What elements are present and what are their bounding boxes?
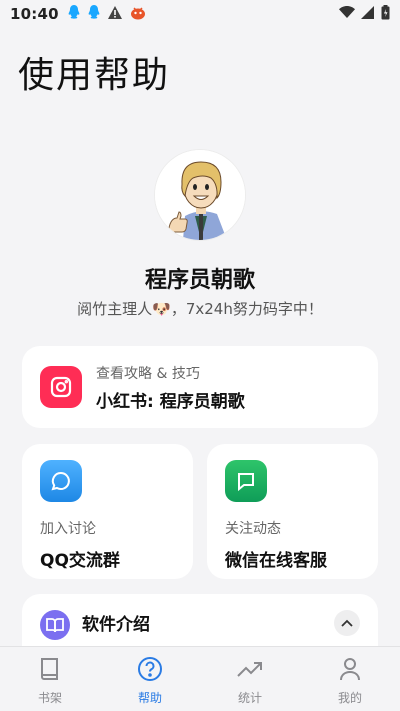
qq-group-card[interactable]: 加入讨论 QQ交流群	[22, 444, 193, 579]
qq-title: QQ交流群	[40, 551, 120, 571]
wifi-icon	[339, 5, 355, 23]
bottom-tab-bar: 书架 帮助 统计 我的	[0, 646, 400, 711]
system-icons	[339, 4, 390, 24]
qq-icon	[67, 4, 81, 24]
bug-icon	[129, 4, 147, 24]
signal-icon	[361, 5, 375, 23]
page-title: 使用帮助	[18, 55, 171, 96]
author-description: 阅竹主理人🐶，7x24h努力码字中！	[77, 300, 323, 318]
wechat-subtitle: 关注动态	[225, 521, 281, 537]
user-icon	[338, 656, 362, 686]
chevron-up-icon[interactable]	[334, 610, 360, 636]
instagram-icon	[40, 366, 82, 408]
warning-icon	[107, 5, 123, 24]
tab-profile[interactable]: 我的	[300, 647, 400, 711]
tab-help[interactable]: 帮助	[100, 647, 200, 711]
author-name: 程序员朝歌	[144, 268, 255, 293]
tab-help-label: 帮助	[137, 691, 162, 705]
xiaohongshu-title: 小红书: 程序员朝歌	[96, 391, 245, 412]
author-avatar	[155, 150, 245, 240]
tab-bookshelf-label: 书架	[37, 691, 62, 705]
xiaohongshu-card[interactable]: 查看攻略 & 技巧 小红书: 程序员朝歌	[22, 346, 378, 428]
chat-bubble-icon	[40, 460, 82, 502]
qq-subtitle: 加入讨论	[40, 521, 96, 537]
wechat-title: 微信在线客服	[225, 551, 327, 571]
battery-icon	[381, 4, 390, 24]
help-circle-icon	[137, 656, 163, 686]
trending-up-icon	[236, 656, 264, 686]
book-icon	[40, 610, 70, 640]
tab-statistics[interactable]: 统计	[200, 647, 300, 711]
book-icon	[38, 656, 62, 686]
status-bar: 10:40	[0, 0, 400, 28]
status-time: 10:40	[10, 5, 59, 23]
software-intro-title: 软件介绍	[82, 615, 150, 635]
tab-profile-label: 我的	[337, 691, 362, 705]
wechat-service-card[interactable]: 关注动态 微信在线客服	[207, 444, 378, 579]
message-square-icon	[225, 460, 267, 502]
xiaohongshu-text: 查看攻略 & 技巧 小红书: 程序员朝歌	[96, 363, 245, 412]
tab-statistics-label: 统计	[237, 691, 262, 705]
qq-icon	[87, 4, 101, 24]
notification-icons	[67, 4, 147, 24]
xiaohongshu-subtitle: 查看攻略 & 技巧	[96, 365, 200, 382]
tab-bookshelf[interactable]: 书架	[0, 647, 100, 711]
